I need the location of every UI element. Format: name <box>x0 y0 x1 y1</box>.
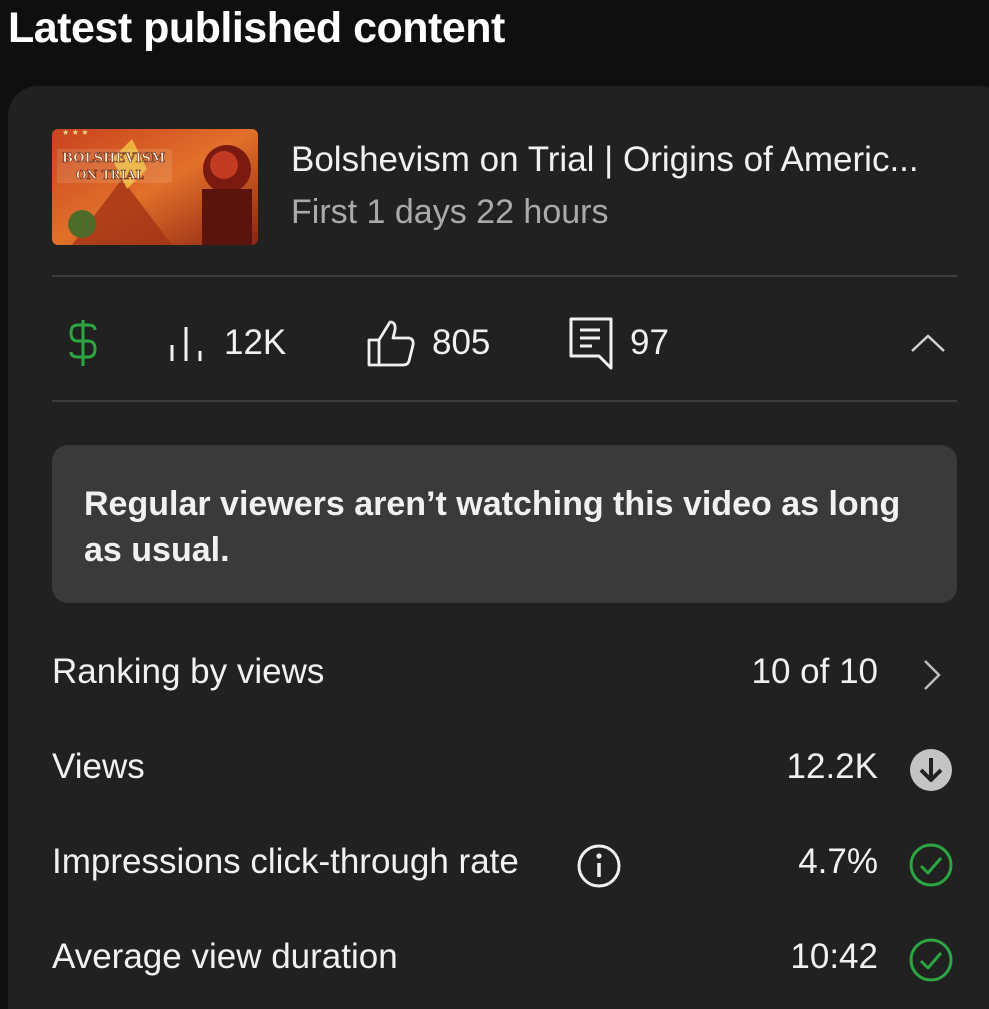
divider <box>52 275 957 277</box>
chevron-right-icon <box>924 660 941 690</box>
section-title: Latest published content <box>8 4 505 52</box>
arrow-down-circle-icon <box>910 749 952 791</box>
metric-value: 4.7% <box>798 842 878 881</box>
page: Latest published content ★ ★ ★ BOLSHEVIS… <box>0 0 989 1009</box>
collapse-button[interactable] <box>900 320 956 366</box>
divider <box>52 400 957 402</box>
metric-value: 12.2K <box>786 747 878 786</box>
metric-label: Average view duration <box>52 937 398 976</box>
likes-count: 805 <box>432 323 491 362</box>
metric-row-views[interactable]: Views 12.2K <box>52 739 957 799</box>
thumbnail-text-1: BOLSHEVISM <box>62 151 165 166</box>
insight-banner: Regular viewers aren’t watching this vid… <box>52 445 957 603</box>
comments-stat[interactable]: 97 <box>568 314 669 372</box>
check-circle-icon <box>909 843 953 887</box>
metric-row-avg-duration[interactable]: Average view duration 10:42 <box>52 929 957 989</box>
metric-row-ctr[interactable]: Impressions click-through rate 4.7% <box>52 834 957 894</box>
views-stat[interactable]: 12K <box>168 314 286 372</box>
video-thumbnail[interactable]: ★ ★ ★ BOLSHEVISM ON TRIAL <box>52 129 258 245</box>
check-circle-icon <box>909 938 953 982</box>
dollar-icon <box>69 320 97 366</box>
insight-text: Regular viewers aren’t watching this vid… <box>84 485 901 569</box>
metric-label: Ranking by views <box>52 652 325 691</box>
video-age: First 1 days 22 hours <box>291 193 609 231</box>
bar-chart-icon <box>170 327 202 361</box>
comments-count: 97 <box>630 323 669 362</box>
chevron-up-icon <box>911 334 945 352</box>
revenue-stat[interactable] <box>66 314 100 372</box>
views-count: 12K <box>224 323 287 362</box>
metric-label: Views <box>52 747 145 786</box>
metric-row-ranking[interactable]: Ranking by views 10 of 10 <box>52 644 957 704</box>
thumbs-up-icon <box>367 320 415 367</box>
thumbnail-image: ★ ★ ★ BOLSHEVISM ON TRIAL <box>52 129 258 245</box>
svg-text:★ ★ ★: ★ ★ ★ <box>62 129 89 137</box>
metric-value: 10 of 10 <box>751 652 879 691</box>
comment-icon <box>569 317 613 370</box>
metric-label: Impressions click-through rate <box>52 842 519 881</box>
info-icon[interactable] <box>576 843 622 889</box>
thumbnail-text-2: ON TRIAL <box>76 168 144 182</box>
video-title[interactable]: Bolshevism on Trial | Origins of Americ.… <box>291 140 919 180</box>
likes-stat[interactable]: 805 <box>366 314 490 372</box>
metric-value: 10:42 <box>790 937 878 976</box>
